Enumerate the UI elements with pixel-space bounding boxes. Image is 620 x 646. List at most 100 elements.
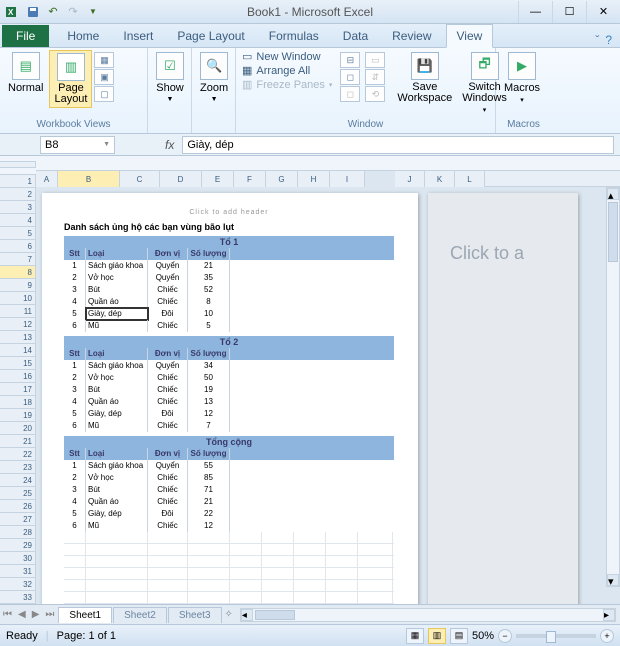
row-header-6[interactable]: 6 <box>0 240 36 253</box>
row-header-19[interactable]: 19 <box>0 409 36 422</box>
hide-icon[interactable]: ◻ <box>340 69 360 85</box>
table-cell[interactable]: 1 <box>64 260 86 272</box>
table-row[interactable]: 3BútChiếc71 <box>64 484 394 496</box>
scroll-thumb[interactable] <box>608 202 618 262</box>
table-cell[interactable]: 4 <box>64 496 86 508</box>
table-cell[interactable]: 12 <box>188 520 230 532</box>
table-cell[interactable]: 3 <box>64 484 86 496</box>
table-cell[interactable]: 21 <box>188 260 230 272</box>
column-header-L[interactable]: L <box>455 171 485 187</box>
minimize-button[interactable]: — <box>518 1 552 23</box>
table-cell[interactable]: 21 <box>188 496 230 508</box>
column-header-K[interactable]: K <box>425 171 455 187</box>
table-row[interactable]: 6MũChiếc7 <box>64 420 394 432</box>
table-cell[interactable]: 5 <box>64 308 86 320</box>
table-cell[interactable]: 2 <box>64 472 86 484</box>
table-cell[interactable]: Đôi <box>148 308 188 320</box>
table-cell[interactable]: 4 <box>64 396 86 408</box>
row-header-1[interactable]: 1 <box>0 175 36 188</box>
table-cell[interactable]: Vở học <box>86 472 148 484</box>
table-row[interactable]: 5Giày, dépĐôi12 <box>64 408 394 420</box>
row-header-12[interactable]: 12 <box>0 318 36 331</box>
table-row[interactable]: 4Quần áoChiếc21 <box>64 496 394 508</box>
table-row[interactable]: 5Giày, dépĐôi10 <box>64 308 394 320</box>
column-header-E[interactable]: E <box>202 171 234 187</box>
row-header-27[interactable]: 27 <box>0 513 36 526</box>
table-cell[interactable]: 1 <box>64 360 86 372</box>
show-dropdown[interactable]: ☑ Show ▼ <box>152 50 188 105</box>
table-row[interactable]: 2Vở họcChiếc50 <box>64 372 394 384</box>
table-row[interactable]: 2Vở họcQuyển35 <box>64 272 394 284</box>
table-row[interactable]: 4Quần áoChiếc8 <box>64 296 394 308</box>
column-header-F[interactable]: F <box>234 171 266 187</box>
table-cell[interactable]: 35 <box>188 272 230 284</box>
name-box[interactable]: B8 ▼ <box>40 136 115 154</box>
table-cell[interactable]: Sách giáo khoa <box>86 360 148 372</box>
table-cell[interactable]: 71 <box>188 484 230 496</box>
row-header-2[interactable]: 2 <box>0 188 36 201</box>
row-header-8[interactable]: 8 <box>0 266 36 279</box>
zoom-level[interactable]: 50% <box>472 630 494 642</box>
table-cell[interactable]: 8 <box>188 296 230 308</box>
row-header-33[interactable]: 33 <box>0 591 36 604</box>
tab-nav-prev-icon[interactable]: ◀ <box>15 609 29 620</box>
file-tab[interactable]: File <box>2 25 49 47</box>
table-cell[interactable]: Chiếc <box>148 372 188 384</box>
page-break-view-btn[interactable]: ▤ <box>450 628 468 644</box>
table-row[interactable]: 1Sách giáo khoaQuyển34 <box>64 360 394 372</box>
row-header-9[interactable]: 9 <box>0 279 36 292</box>
column-header-B[interactable]: B <box>58 171 120 187</box>
qat-dropdown-icon[interactable]: ▼ <box>84 3 102 21</box>
zoom-slider[interactable] <box>516 634 596 638</box>
table-cell[interactable]: 10 <box>188 308 230 320</box>
tab-nav-last-icon[interactable]: ⏭ <box>42 609 57 620</box>
scroll-thumb[interactable] <box>255 610 295 620</box>
column-header-I[interactable]: I <box>330 171 365 187</box>
new-window-button[interactable]: ▭New Window <box>242 50 332 63</box>
sheet-tab-sheet2[interactable]: Sheet2 <box>113 607 167 623</box>
table-cell[interactable]: Quần áo <box>86 496 148 508</box>
row-header-31[interactable]: 31 <box>0 565 36 578</box>
table-cell[interactable]: Quyển <box>148 272 188 284</box>
column-header-H[interactable]: H <box>298 171 330 187</box>
table-cell[interactable]: 85 <box>188 472 230 484</box>
zoom-in-button[interactable]: + <box>600 629 614 643</box>
close-button[interactable]: ✕ <box>586 1 620 23</box>
table-cell[interactable]: 3 <box>64 384 86 396</box>
row-header-4[interactable]: 4 <box>0 214 36 227</box>
row-header-24[interactable]: 24 <box>0 474 36 487</box>
zoom-out-button[interactable]: − <box>498 629 512 643</box>
table-cell[interactable]: Vở học <box>86 272 148 284</box>
table-cell[interactable]: Chiếc <box>148 384 188 396</box>
row-header-17[interactable]: 17 <box>0 383 36 396</box>
tab-home[interactable]: Home <box>57 25 109 47</box>
table-cell[interactable]: 6 <box>64 420 86 432</box>
row-header-20[interactable]: 20 <box>0 422 36 435</box>
row-header-11[interactable]: 11 <box>0 305 36 318</box>
table-row[interactable]: 1Sách giáo khoaQuyển55 <box>64 460 394 472</box>
table-cell[interactable]: 1 <box>64 460 86 472</box>
macros-button[interactable]: ▶ Macros ▾ <box>500 50 544 106</box>
table-cell[interactable]: 4 <box>64 296 86 308</box>
table-cell[interactable]: Chiếc <box>148 420 188 432</box>
arrange-all-button[interactable]: ▦Arrange All <box>242 64 332 77</box>
table-cell[interactable]: Chiếc <box>148 484 188 496</box>
row-header-21[interactable]: 21 <box>0 435 36 448</box>
row-header-10[interactable]: 10 <box>0 292 36 305</box>
table-cell[interactable]: 50 <box>188 372 230 384</box>
row-header-3[interactable]: 3 <box>0 201 36 214</box>
tab-view[interactable]: View <box>446 24 494 48</box>
row-header-15[interactable]: 15 <box>0 357 36 370</box>
table-cell[interactable]: 3 <box>64 284 86 296</box>
page-layout-button[interactable]: ▥ Page Layout <box>49 50 92 108</box>
table-cell[interactable]: 2 <box>64 372 86 384</box>
table-cell[interactable]: Quyển <box>148 360 188 372</box>
table-cell[interactable]: Quần áo <box>86 396 148 408</box>
table-cell[interactable]: Mũ <box>86 420 148 432</box>
row-header-7[interactable]: 7 <box>0 253 36 266</box>
table-row[interactable]: 3BútChiếc19 <box>64 384 394 396</box>
header-placeholder[interactable]: Click to add header <box>64 209 394 216</box>
table-cell[interactable]: Sách giáo khoa <box>86 460 148 472</box>
tab-review[interactable]: Review <box>382 25 441 47</box>
table-cell[interactable]: 5 <box>64 508 86 520</box>
